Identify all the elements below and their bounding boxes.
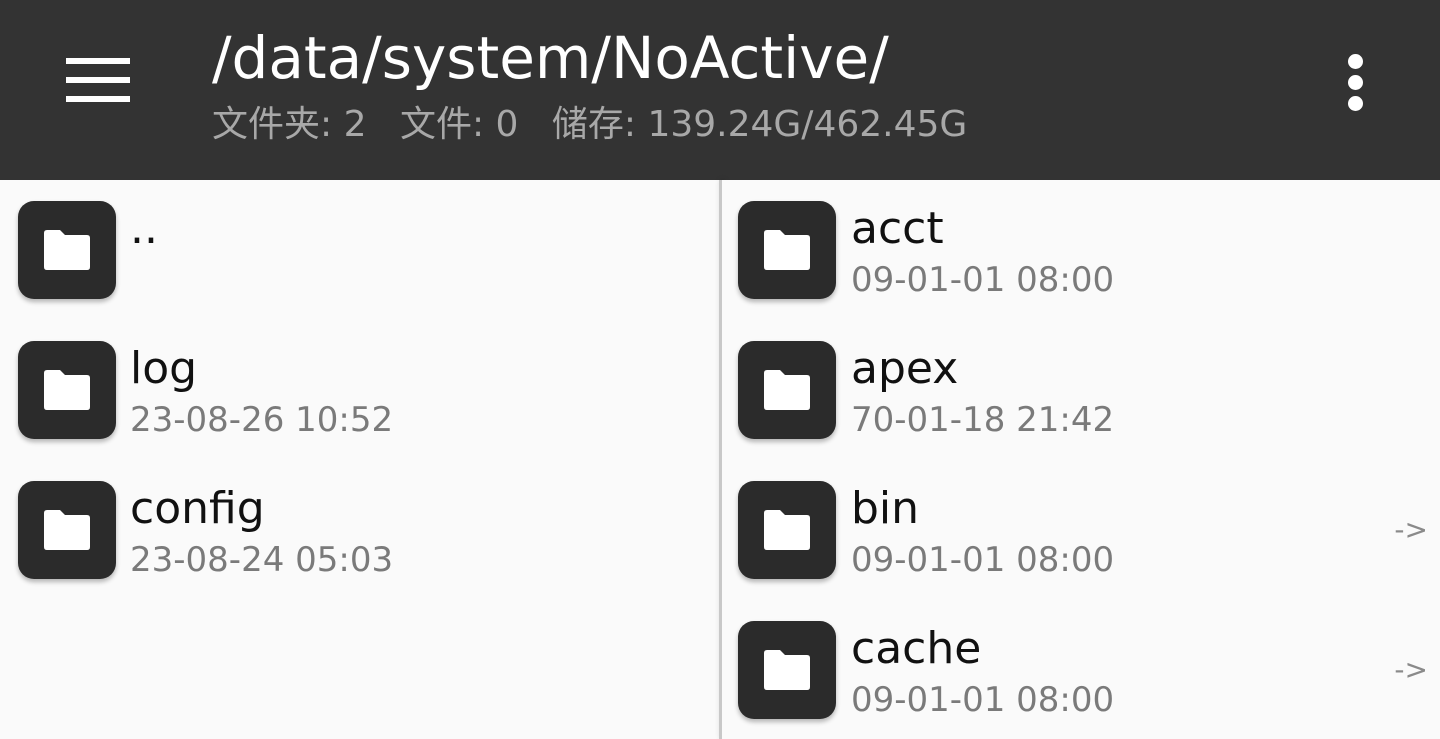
- folder-icon: [18, 481, 116, 579]
- file-date: 70-01-18 21:42: [851, 400, 1115, 440]
- folder-row-log[interactable]: log 23-08-26 10:52: [0, 320, 719, 460]
- folder-row-bin[interactable]: bin 09-01-01 08:00 ->: [722, 460, 1440, 600]
- file-count: 文件: 0: [399, 104, 519, 145]
- folder-icon: [18, 341, 116, 439]
- folder-icon: [738, 481, 836, 579]
- right-file-pane: acct 09-01-01 08:00 apex 70-01-18 21:42 …: [722, 180, 1440, 739]
- current-path-title: /data/system/NoActive/: [212, 24, 889, 92]
- folder-row-acct[interactable]: acct 09-01-01 08:00: [722, 180, 1440, 320]
- folder-row-apex[interactable]: apex 70-01-18 21:42: [722, 320, 1440, 460]
- file-date: 23-08-24 05:03: [130, 540, 394, 580]
- file-name: cache: [851, 623, 982, 674]
- dot: [1348, 75, 1363, 90]
- dot: [1348, 54, 1363, 69]
- file-date: 09-01-01 08:00: [851, 260, 1115, 300]
- storage-usage: 储存: 139.24G/462.45G: [551, 104, 968, 145]
- left-file-pane: .. log 23-08-26 10:52 config 23-08-24 05…: [0, 180, 719, 739]
- file-name: apex: [851, 343, 959, 394]
- symlink-indicator: ->: [1394, 653, 1428, 686]
- hamburger-menu-icon[interactable]: [58, 46, 138, 116]
- file-name: log: [130, 343, 198, 394]
- file-name: ..: [130, 203, 158, 254]
- parent-folder-row[interactable]: ..: [0, 180, 719, 320]
- folder-row-cache[interactable]: cache 09-01-01 08:00 ->: [722, 600, 1440, 739]
- folder-icon: [738, 621, 836, 719]
- folder-icon: [738, 201, 836, 299]
- menu-line: [66, 58, 130, 64]
- folder-icon: [738, 341, 836, 439]
- symlink-indicator: ->: [1394, 513, 1428, 546]
- file-name: acct: [851, 203, 944, 254]
- folder-icon: [18, 201, 116, 299]
- file-date: 09-01-01 08:00: [851, 540, 1115, 580]
- menu-line: [66, 96, 130, 102]
- file-name: config: [130, 483, 265, 534]
- folder-row-config[interactable]: config 23-08-24 05:03: [0, 460, 719, 600]
- directory-stats: 文件夹: 2 文件: 0 储存: 139.24G/462.45G: [212, 102, 989, 148]
- folder-count: 文件夹: 2: [212, 104, 367, 145]
- file-date: 23-08-26 10:52: [130, 400, 394, 440]
- more-options-icon[interactable]: [1332, 46, 1380, 120]
- menu-line: [66, 77, 130, 83]
- file-name: bin: [851, 483, 920, 534]
- file-date: 09-01-01 08:00: [851, 680, 1115, 720]
- dot: [1348, 96, 1363, 111]
- top-app-bar: /data/system/NoActive/ 文件夹: 2 文件: 0 储存: …: [0, 0, 1440, 180]
